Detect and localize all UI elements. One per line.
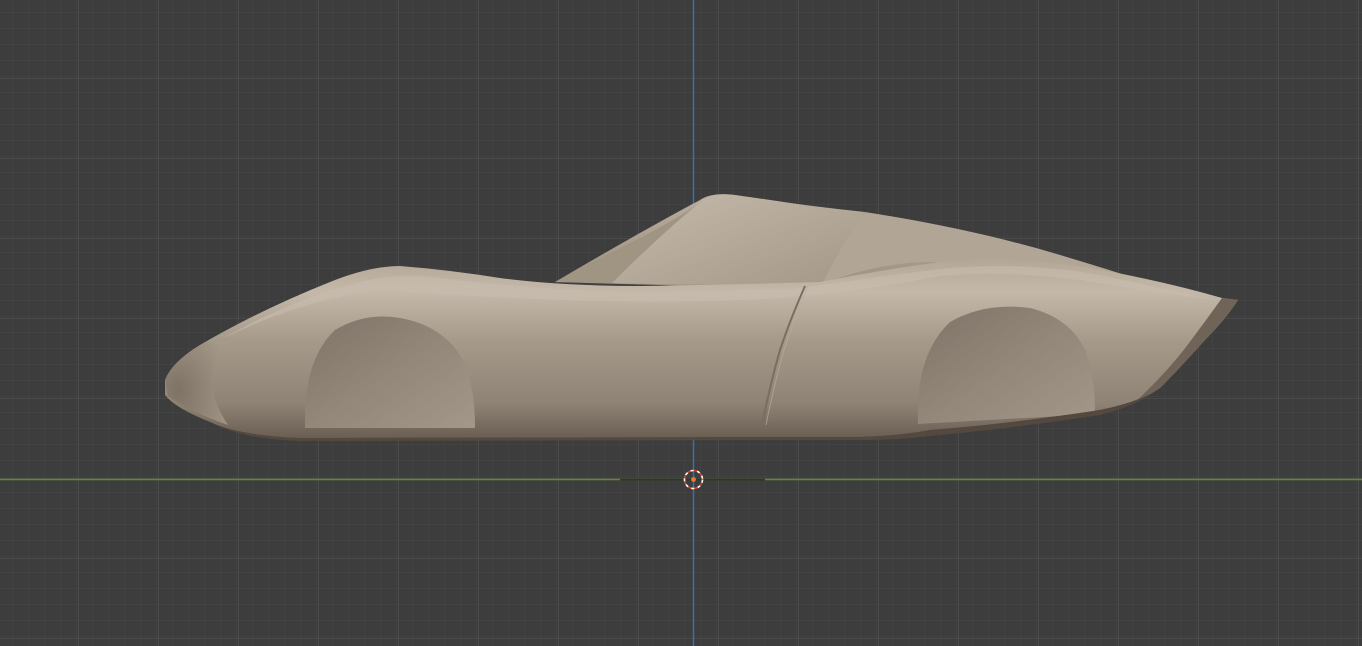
viewport-canvas[interactable]: [0, 0, 1362, 646]
3d-viewport[interactable]: [0, 0, 1362, 646]
origin-point: [691, 477, 696, 482]
